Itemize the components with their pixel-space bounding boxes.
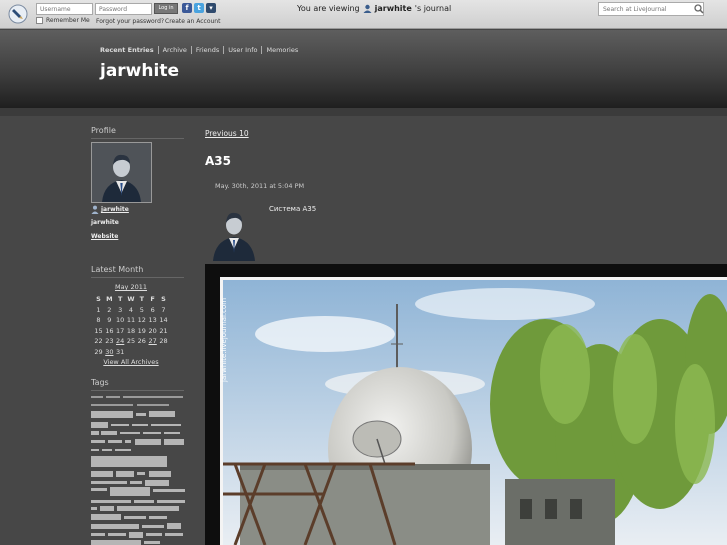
calendar-day: 14: [159, 316, 168, 324]
profile-heading: Profile: [91, 126, 184, 139]
tag-cloud[interactable]: [91, 394, 187, 545]
calendar-day: 7: [161, 305, 166, 314]
calendar-day: 12: [137, 316, 146, 324]
calendar-day: 26: [137, 337, 146, 345]
journal-title[interactable]: jarwhite: [100, 61, 179, 81]
more-login-options-icon[interactable]: ▾: [206, 3, 216, 13]
calendar-month-link[interactable]: May 2011: [91, 283, 171, 291]
entry-title[interactable]: A35: [205, 154, 231, 168]
day-header: M: [106, 295, 113, 303]
remember-me-label: Remember Me: [46, 17, 90, 24]
calendar-day: [137, 347, 146, 358]
nav-user-info[interactable]: User Info: [223, 46, 261, 54]
calendar-day: 17: [116, 326, 125, 335]
calendar-week: 1 2 3 4 5 6 7: [91, 305, 171, 316]
entry-photo[interactable]: jarwhite.livejournal.com: [205, 264, 727, 545]
site-search-input[interactable]: [598, 2, 704, 16]
entry-text: Система А35: [269, 205, 317, 213]
calendar-day: 15: [94, 326, 103, 335]
user-icon: [91, 205, 99, 214]
calendar-week: 8 9 10 11 12 13 14: [91, 315, 171, 326]
calendar: May 2011 S M T W T F S 1 2 3 4 5 6 7 8 9…: [91, 283, 171, 366]
calendar-day: 13: [148, 316, 157, 324]
livejournal-logo-icon[interactable]: [8, 4, 28, 24]
day-header: T: [117, 295, 123, 303]
photo-watermark: jarwhite.livejournal.com: [220, 297, 228, 382]
calendar-day: [148, 347, 157, 358]
remember-me[interactable]: Remember Me: [36, 17, 90, 24]
calendar-day-link[interactable]: 24: [116, 336, 125, 347]
calendar-day-headers: S M T W T F S: [91, 294, 171, 305]
calendar-week: 15 16 17 18 19 20 21: [91, 326, 171, 337]
calendar-day: 23: [105, 337, 114, 345]
calendar-day: 2: [107, 305, 112, 314]
profile-name: jarwhite: [91, 219, 119, 226]
calendar-day-link[interactable]: 27: [148, 336, 157, 347]
day-header: S: [96, 295, 101, 303]
calendar-day: 19: [137, 326, 146, 335]
calendar-day: 18: [126, 326, 136, 335]
calendar-day: 10: [116, 316, 125, 324]
nav-memories[interactable]: Memories: [261, 46, 302, 54]
latest-month-heading: Latest Month: [91, 265, 184, 278]
viewing-notice: You are viewing jarwhite 's journal: [297, 4, 451, 13]
entry-userpic-icon: [213, 212, 255, 261]
radar-dome-photo: [220, 277, 727, 545]
calendar-day: 21: [159, 326, 168, 335]
user-icon: [363, 4, 372, 13]
password-input[interactable]: [95, 3, 152, 15]
viewing-prefix: You are viewing: [297, 4, 360, 13]
website-link[interactable]: Website: [91, 233, 118, 240]
calendar-day: 16: [105, 326, 114, 335]
journal-nav: Recent Entries Archive Friends User Info…: [100, 46, 302, 54]
day-header: S: [161, 295, 166, 303]
tags-heading: Tags: [91, 378, 184, 391]
calendar-day: 3: [118, 305, 123, 314]
header-divider: [0, 108, 727, 116]
calendar-day: 22: [94, 337, 103, 345]
nav-friends[interactable]: Friends: [190, 46, 223, 54]
calendar-day: 8: [96, 316, 101, 324]
profile-avatar[interactable]: [91, 142, 152, 203]
calendar-day-link[interactable]: 30: [105, 347, 114, 358]
calendar-day: 4: [128, 305, 134, 314]
calendar-day: 29: [94, 347, 103, 356]
calendar-day: 1: [96, 305, 101, 314]
calendar-day: 31: [116, 347, 125, 356]
username-input[interactable]: [36, 3, 93, 15]
search-icon[interactable]: [694, 4, 704, 14]
calendar-week: 29 30 31: [91, 347, 171, 358]
viewing-suffix: 's journal: [414, 4, 452, 13]
businessman-avatar-icon: [92, 143, 151, 202]
entry-date: May. 30th, 2011 at 5:04 PM: [215, 182, 305, 190]
facebook-icon[interactable]: f: [182, 3, 192, 13]
calendar-day: 28: [159, 337, 168, 345]
nav-recent-entries[interactable]: Recent Entries: [100, 46, 158, 54]
calendar-day: [126, 347, 135, 358]
day-header: W: [127, 295, 135, 303]
calendar-week: 22 23 24 25 26 27 28: [91, 336, 171, 347]
calendar-day: 9: [107, 316, 112, 324]
day-header: T: [139, 295, 145, 303]
profile-user-link[interactable]: jarwhite: [101, 206, 129, 213]
login-button[interactable]: Log in: [154, 3, 178, 14]
calendar-day: 20: [148, 326, 157, 335]
forgot-password-link[interactable]: Forgot your password?: [96, 18, 164, 25]
create-account-link[interactable]: Create an Account: [165, 18, 220, 25]
calendar-day: [159, 347, 168, 358]
previous-10-link[interactable]: Previous 10: [205, 129, 249, 138]
top-login-bar: Log in f t ▾ Remember Me Forgot your pas…: [0, 0, 727, 29]
day-header: F: [150, 295, 155, 303]
calendar-day: 11: [126, 316, 136, 324]
calendar-day: 6: [150, 305, 155, 314]
calendar-day: 5: [139, 305, 144, 314]
view-all-archives-link[interactable]: View All Archives: [91, 358, 171, 366]
remember-me-checkbox[interactable]: [36, 17, 43, 24]
twitter-icon[interactable]: t: [194, 3, 204, 13]
calendar-day: 25: [126, 337, 136, 345]
viewing-user-link[interactable]: jarwhite: [375, 4, 412, 13]
nav-archive[interactable]: Archive: [157, 46, 191, 54]
